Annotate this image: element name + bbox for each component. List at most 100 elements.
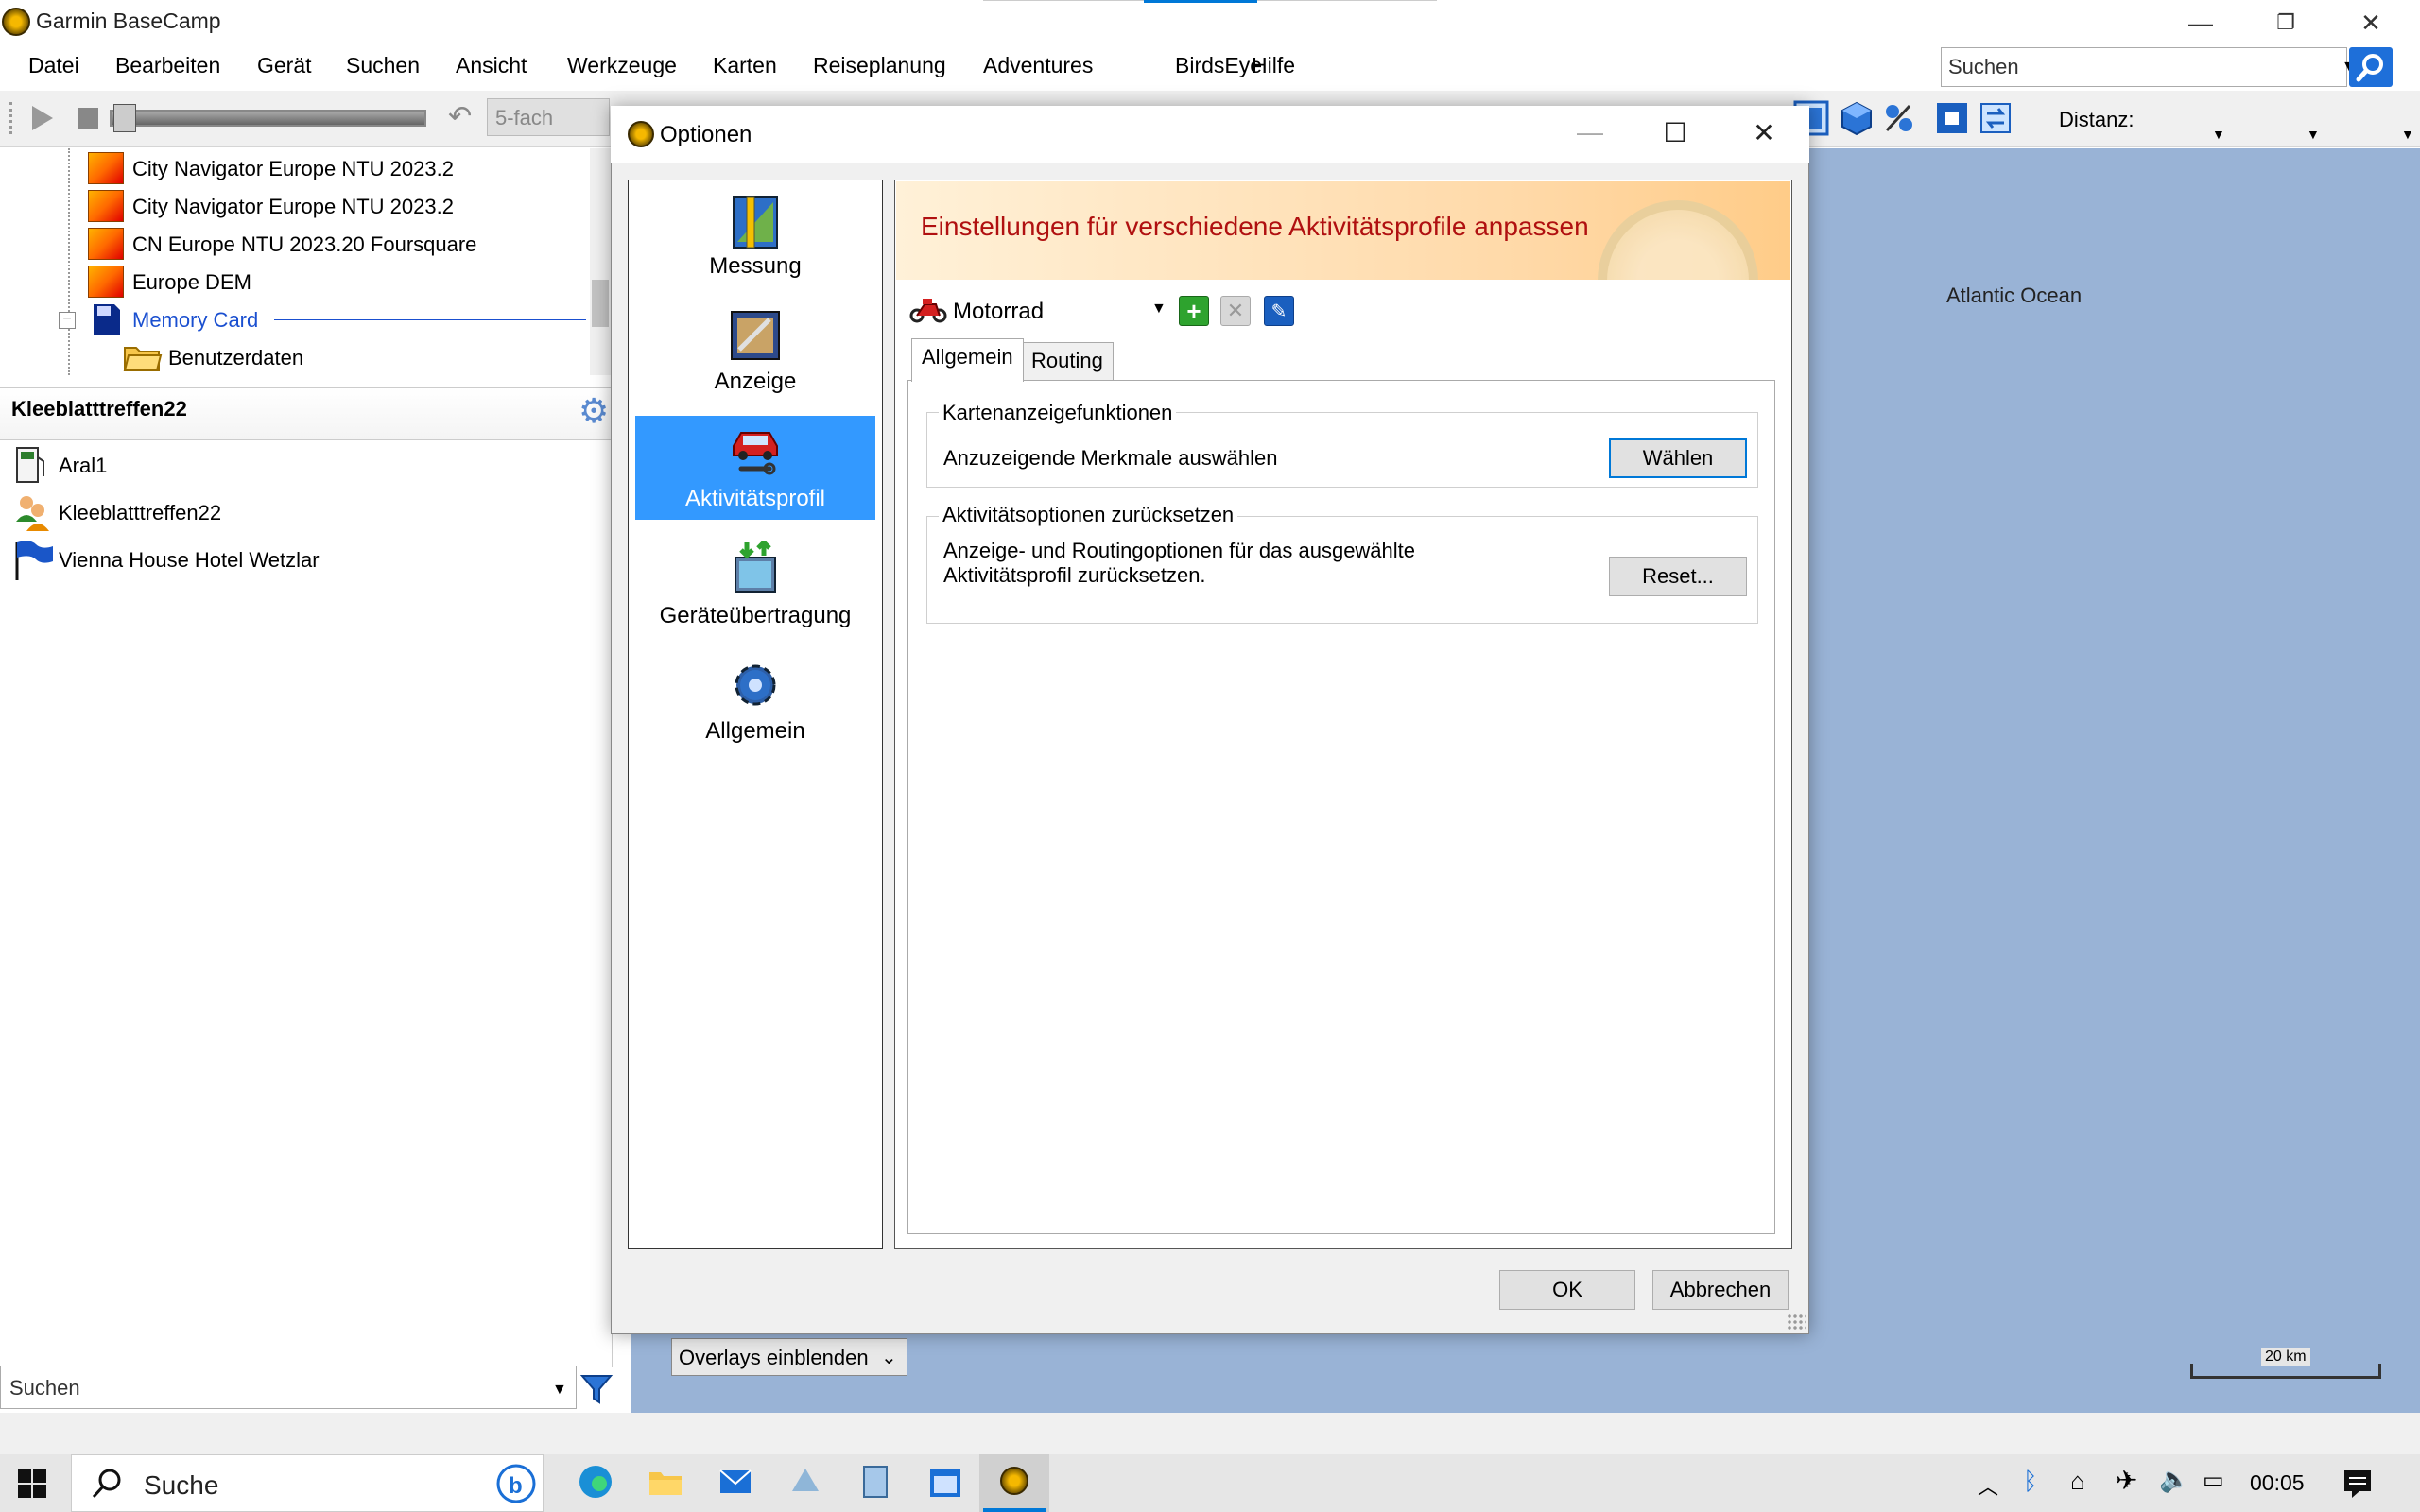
group-text: Anzeige- und Routingoptionen für das aus… <box>943 539 1416 562</box>
tree-item-label: Europe DEM <box>132 270 251 294</box>
tree-item[interactable]: Europe DEM <box>0 263 596 301</box>
menu-suchen[interactable]: Suchen <box>346 53 420 78</box>
resize-grip[interactable] <box>1787 1314 1806 1332</box>
tree-item[interactable]: City Navigator Europe NTU 2023.2 <box>0 149 596 187</box>
delete-profile-button[interactable]: ✕ <box>1220 296 1251 326</box>
toolbar-dropdown-icon[interactable]: ▼ <box>2212 127 2225 142</box>
tree-item-label: Benutzerdaten <box>168 346 304 369</box>
taskbar-clock[interactable]: 00:05 <box>2250 1470 2305 1496</box>
menu-reiseplanung[interactable]: Reiseplanung <box>813 53 946 78</box>
tree-item-label: CN Europe NTU 2023.20 Foursquare <box>132 232 477 256</box>
list-item[interactable]: Kleeblatttreffen22 <box>0 491 605 535</box>
tab-allgemein[interactable]: Allgemein <box>911 338 1024 382</box>
list-search-dropdown-icon[interactable]: ▼ <box>552 1382 567 1399</box>
bing-icon[interactable]: b <box>495 1463 537 1504</box>
undo-icon[interactable]: ↶ <box>448 100 472 133</box>
play-icon[interactable] <box>32 106 53 130</box>
mail-icon[interactable] <box>717 1463 754 1501</box>
display-icon <box>731 311 780 360</box>
toolbar-grip[interactable] <box>9 102 13 134</box>
profile-dropdown-icon[interactable]: ▼ <box>1151 301 1167 318</box>
edge-icon[interactable] <box>577 1463 614 1501</box>
menu-karten[interactable]: Karten <box>713 53 777 78</box>
battery-icon[interactable]: ▭ <box>2203 1467 2224 1494</box>
cancel-button[interactable]: Abbrechen <box>1652 1270 1789 1310</box>
tree-item-label: Memory Card <box>132 308 259 332</box>
menu-werkzeuge[interactable]: Werkzeuge <box>567 53 677 78</box>
compare-icon[interactable] <box>1881 100 1917 136</box>
window-minimize-button[interactable]: — <box>2163 0 2238 45</box>
menu-adventures[interactable]: Adventures <box>983 53 1093 78</box>
notification-icon[interactable] <box>2341 1467 2375 1501</box>
list-search-input[interactable] <box>0 1366 577 1409</box>
app-icon[interactable] <box>786 1463 824 1501</box>
ruler-icon <box>733 196 778 249</box>
animation-slider[interactable] <box>110 110 426 127</box>
tab-routing[interactable]: Routing <box>1021 342 1114 380</box>
dialog-maximize-button[interactable]: ☐ <box>1647 110 1703 155</box>
tree-item-label: City Navigator Europe NTU 2023.2 <box>132 157 454 180</box>
tree-item[interactable]: Benutzerdaten <box>0 338 596 376</box>
nav-label: Aktivitätsprofil <box>684 486 826 511</box>
tree-scrollbar-thumb[interactable] <box>592 280 609 327</box>
list-item[interactable]: Vienna House Hotel Wetzlar <box>0 539 605 582</box>
fuel-station-icon <box>16 447 44 483</box>
search-input-value: Suchen <box>1948 55 2019 78</box>
group-text: Anzuzeigende Merkmale auswählen <box>943 446 1278 470</box>
car-wrench-icon <box>733 432 778 475</box>
edit-profile-button[interactable]: ✎ <box>1264 296 1294 326</box>
list-item-label: Kleeblatttreffen22 <box>59 501 222 524</box>
collapse-toggle[interactable]: − <box>59 312 76 329</box>
map-label: Atlantic Ocean <box>1946 284 2083 307</box>
select-features-button[interactable]: Wählen <box>1609 438 1747 478</box>
menu-hilfe[interactable]: Hilfe <box>1252 53 1295 78</box>
stop-icon[interactable] <box>78 108 98 129</box>
windows-start-icon[interactable] <box>17 1469 47 1499</box>
menu-datei[interactable]: Datei <box>28 53 79 78</box>
toolbar-dropdown-icon[interactable]: ▼ <box>2401 127 2414 142</box>
tree-scrollbar[interactable] <box>590 148 613 375</box>
menu-ansicht[interactable]: Ansicht <box>456 53 527 78</box>
tree-item-memory-card[interactable]: − Memory Card <box>0 301 596 338</box>
garmin-logo-icon <box>2 8 30 36</box>
gear-icon <box>735 664 776 706</box>
window-restore-button[interactable]: ❐ <box>2248 0 2324 45</box>
volume-icon[interactable]: 🔈 <box>2159 1465 2189 1494</box>
fit-map-icon[interactable] <box>1934 100 1970 136</box>
menu-geraet[interactable]: Gerät <box>257 53 312 78</box>
search-icon <box>92 1469 121 1499</box>
menu-birdseye[interactable]: BirdsEye <box>1175 53 1262 78</box>
dialog-close-button[interactable]: ✕ <box>1736 110 1792 155</box>
bluetooth-icon[interactable]: ᛒ <box>2023 1467 2038 1496</box>
gear-icon[interactable]: ⚙ <box>579 391 609 431</box>
notepad-icon[interactable] <box>856 1463 894 1501</box>
tree-item[interactable]: City Navigator Europe NTU 2023.2 <box>0 187 596 225</box>
calendar-icon[interactable] <box>926 1463 964 1501</box>
banner-clip <box>1588 280 1790 374</box>
3d-view-icon[interactable] <box>1839 100 1875 136</box>
taskbar-search-input[interactable] <box>71 1454 544 1512</box>
search-button[interactable] <box>2349 47 2393 87</box>
dialog-minimize-button[interactable]: — <box>1562 110 1618 155</box>
airplane-mode-icon[interactable]: ✈ <box>2116 1465 2137 1496</box>
add-profile-button[interactable]: + <box>1179 296 1209 326</box>
window-close-button[interactable]: ✕ <box>2333 0 2409 45</box>
transfer-icon[interactable] <box>1978 100 2014 136</box>
chevron-down-icon[interactable]: ⌄ <box>881 1346 897 1369</box>
animation-slider-thumb[interactable] <box>113 104 136 132</box>
tree-item[interactable]: CN Europe NTU 2023.20 Foursquare <box>0 225 596 263</box>
list-item[interactable]: Aral1 <box>0 444 605 488</box>
svg-text:b: b <box>509 1473 523 1499</box>
ok-button[interactable]: OK <box>1499 1270 1635 1310</box>
map-product-icon <box>88 190 124 222</box>
file-explorer-icon[interactable] <box>647 1463 684 1501</box>
dialog-titlebar[interactable] <box>611 106 1809 163</box>
group-icon <box>16 496 49 531</box>
menu-bearbeiten[interactable]: Bearbeiten <box>115 53 220 78</box>
flag-icon <box>15 541 53 580</box>
usb-icon[interactable]: ⌂ <box>2070 1467 2085 1496</box>
toolbar-dropdown-icon[interactable]: ▼ <box>2307 127 2320 142</box>
filter-icon[interactable] <box>579 1368 614 1408</box>
tray-chevron-up-icon[interactable]: ︿ <box>1978 1470 1998 1501</box>
reset-button[interactable]: Reset... <box>1609 557 1747 596</box>
